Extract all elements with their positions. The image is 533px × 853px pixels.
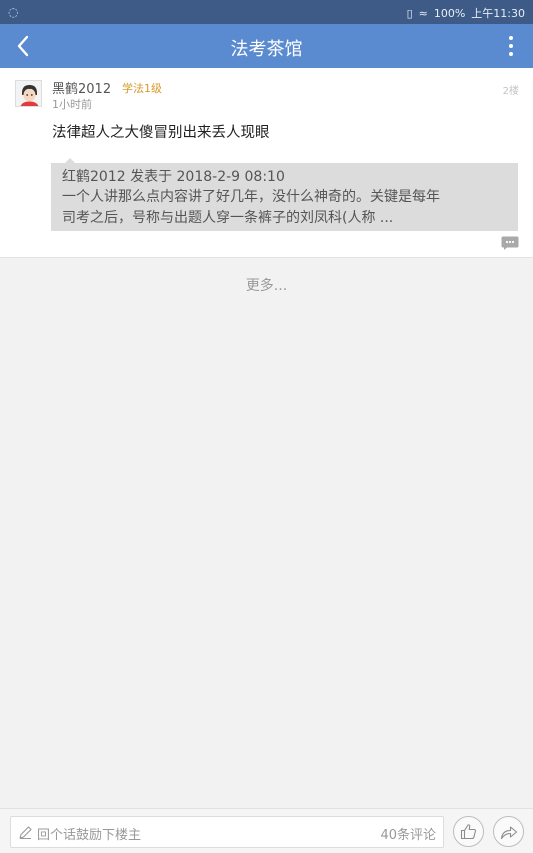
post-time: 1小时前 [52,98,92,111]
more-options-button[interactable] [499,32,523,60]
reply-input[interactable]: 回个话鼓励下楼主 40条评论 [10,816,444,848]
thumbs-up-icon [460,824,477,840]
page-title: 法考茶馆 [230,39,303,60]
quote-line-2: 司考之后，号称与出题人穿一条裤子的刘凤科(人称 ... [62,210,394,226]
comment-count[interactable]: 40条评论 [380,824,436,843]
load-more-link[interactable]: 更多... [0,275,533,295]
avatar[interactable] [15,80,42,107]
status-time: 上午11:30 [471,7,525,20]
pencil-icon [19,826,32,839]
reply-post: 黑鹤2012 学法1级 1小时前 2楼 法律超人之大傻冒别出来丢人现眼 红鹤20… [0,68,533,258]
quoted-post[interactable]: 红鹤2012 发表于 2018-2-9 08:10 一个人讲那么点内容讲了好几年… [51,163,518,231]
status-right: ▯ ≈ 100% 上午11:30 [407,5,525,21]
username[interactable]: 黑鹤2012 [52,78,111,97]
comment-button[interactable] [501,235,519,250]
battery-level: 100% [433,6,466,20]
quote-line-1: 一个人讲那么点内容讲了好几年，没什么神奇的。关键是每年 [62,189,440,205]
vibrate-icon: ▯ [406,6,413,20]
comment-bubble-icon [501,236,519,250]
user-avatar-icon [16,81,41,106]
user-level-badge: 学法1级 [122,82,162,95]
like-button[interactable] [453,816,484,847]
share-icon [500,825,517,839]
post-content: 法律超人之大傻冒别出来丢人现眼 [52,125,270,141]
status-bar: ◌ ▯ ≈ 100% 上午11:30 [0,0,533,24]
bottom-bar: 回个话鼓励下楼主 40条评论 [0,808,533,853]
wifi-icon: ≈ [418,6,428,20]
reply-placeholder: 回个话鼓励下楼主 [37,828,142,843]
notification-icon: ◌ [8,5,19,19]
floor-number: 2楼 [502,86,519,97]
quote-header: 红鹤2012 发表于 2018-2-9 08:10 [62,169,285,185]
title-bar: 法考茶馆 [0,24,533,68]
more-vertical-icon [509,36,513,40]
share-button[interactable] [493,816,524,847]
